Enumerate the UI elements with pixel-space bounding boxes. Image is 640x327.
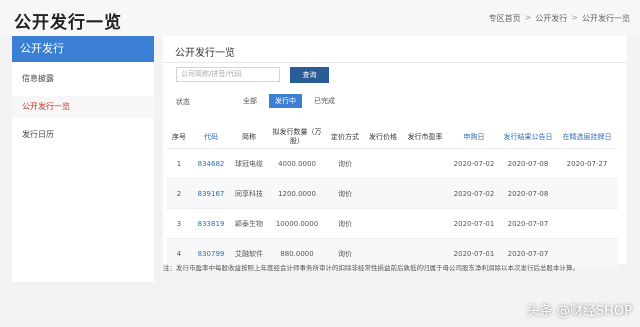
cell-result-date: 2020-07-08 [507,189,549,198]
breadcrumb-separator: > [571,13,578,22]
status-label: 状态 [176,98,190,106]
column-header: 发行市盈率 [407,132,443,141]
cell-name: 球冠电缆 [235,159,263,168]
breadcrumb-home[interactable]: 专区首页 [489,13,521,24]
table-row: 2 839167 同享科技 1200.0000 询价 2020-07-02 20… [166,178,618,209]
cell-quantity: 1200.0000 [278,189,316,198]
cell-listing-date [556,179,618,209]
sidebar-title: 公开发行 [12,36,154,62]
main-panel: 公开发行一览 公司简称/拼音/代码 查询 状态 全部 发行中 已完成 序号 代码… [163,36,627,268]
column-header: 发行价格 [369,132,397,141]
column-header: 在精选层挂牌日 [562,132,612,141]
sidebar-item-calendar[interactable]: 发行日历 [12,124,154,146]
cell-price [364,179,402,209]
cell-code[interactable]: 834682 [192,149,230,179]
cell-subscribe-date: 2020-07-02 [453,159,495,168]
cell-pricing: 询价 [338,189,352,198]
cell-pricing: 询价 [338,219,352,228]
column-header: 发行结果公告日 [503,132,553,141]
cell-quantity: 4000.0000 [278,159,316,168]
table-row: 3 833819 颖泰生物 10000.0000 询价 2020-07-01 2… [166,208,618,239]
sidebar: 公开发行 信息披露 公开发行一览 发行日历 [12,36,154,282]
breadcrumb-public-issue[interactable]: 公开发行 [535,13,567,24]
cell-index: 1 [176,159,182,168]
filter-all[interactable]: 全部 [237,94,263,108]
cell-result-date: 2020-07-08 [507,159,549,168]
cell-index: 2 [176,189,182,198]
divider [163,62,627,63]
cell-code[interactable]: 839167 [192,179,230,209]
page-title: 公开发行一览 [14,13,122,33]
search-button[interactable]: 查询 [290,67,329,83]
column-header: 拟发行数量（万股） [272,128,322,145]
cell-price [364,149,402,179]
cell-name: 同享科技 [235,189,263,198]
cell-quantity: 10000.0000 [275,219,319,228]
footnote: 注：发行市盈率中每股收益按照上年度经会计师事务所审计的扣除非经常性损益前后孰低的… [163,264,579,272]
breadcrumb-current: 公开发行一览 [582,14,630,23]
cell-pe [402,209,448,239]
column-header: 序号 [172,132,186,141]
sidebar-item-issue-list[interactable]: 公开发行一览 [12,96,154,118]
page-header: 公开发行一览 专区首页 > 公开发行 > 公开发行一览 [0,0,640,36]
cell-pricing: 询价 [338,159,352,168]
cell-index: 3 [176,219,182,228]
sidebar-item-disclosure[interactable]: 信息披露 [12,68,154,90]
breadcrumb-separator: > [524,13,532,22]
search-input[interactable]: 公司简称/拼音/代码 [176,67,280,82]
watermark: 头条 @财经SHOP [526,304,632,319]
cell-pe [402,179,448,209]
column-header: 代码 [204,132,218,141]
cell-pe [402,149,448,179]
column-header: 定价方式 [331,132,359,141]
cell-subscribe-date: 2020-07-01 [453,219,495,228]
column-header: 简称 [242,132,256,141]
panel-title: 公开发行一览 [175,48,235,59]
cell-code[interactable]: 833819 [192,209,230,239]
cell-price [364,209,402,239]
filter-in-progress[interactable]: 发行中 [269,94,302,108]
table-header-row: 序号 代码 简称 拟发行数量（万股） 定价方式 发行价格 发行市盈率 申购日 发… [166,126,618,149]
cell-subscribe-date: 2020-07-02 [453,189,495,198]
status-filter: 全部 发行中 已完成 [237,94,341,108]
cell-listing-date: 2020-07-27 [566,159,608,168]
table-row: 1 834682 球冠电缆 4000.0000 询价 2020-07-02 20… [166,148,618,179]
breadcrumb: 专区首页 > 公开发行 > 公开发行一览 [489,13,630,24]
issue-table: 序号 代码 简称 拟发行数量（万股） 定价方式 发行价格 发行市盈率 申购日 发… [166,126,618,268]
filter-completed[interactable]: 已完成 [308,94,341,108]
cell-result-date: 2020-07-07 [507,219,549,228]
column-header: 申购日 [463,132,485,141]
cell-listing-date [556,209,618,239]
cell-name: 颖泰生物 [235,219,263,228]
